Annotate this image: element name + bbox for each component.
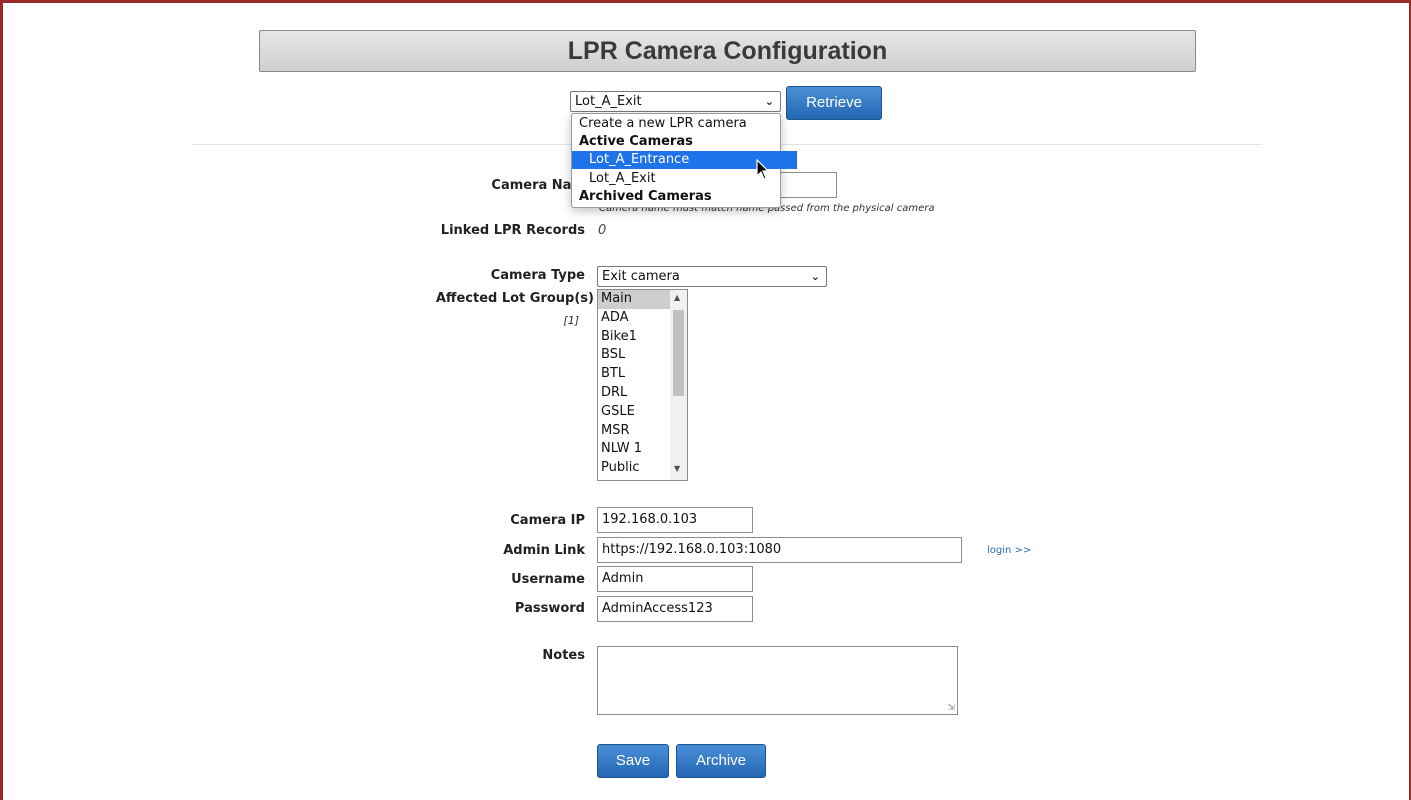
- camera-type-label: Camera Type: [490, 268, 585, 283]
- notes-label: Notes: [542, 648, 585, 663]
- camera-dropdown[interactable]: Create a new LPR camera Active Cameras L…: [571, 113, 797, 208]
- password-input[interactable]: AdminAccess123: [597, 596, 753, 622]
- lot-groups-listbox[interactable]: Main ADA Bike1 BSL BTL DRL GSLE MSR NLW …: [597, 289, 688, 481]
- lot-groups-label: Affected Lot Group(s): [435, 291, 594, 306]
- mouse-pointer-icon: [756, 159, 770, 180]
- archive-button[interactable]: Archive: [676, 744, 766, 778]
- username-input[interactable]: Admin: [597, 566, 753, 592]
- camera-type-value: Exit camera: [602, 269, 680, 284]
- username-label: Username: [511, 572, 585, 587]
- notes-textarea[interactable]: ⇲: [597, 646, 958, 715]
- archived-cameras-group: Archived Cameras: [579, 189, 712, 204]
- lot-groups-count: [1]: [563, 314, 579, 327]
- chevron-down-icon: ⌄: [810, 270, 820, 283]
- scroll-up-icon[interactable]: ▲: [674, 293, 680, 302]
- resize-grip-icon[interactable]: ⇲: [947, 703, 955, 713]
- save-button[interactable]: Save: [597, 744, 669, 778]
- linked-records-value: 0: [598, 223, 607, 238]
- chevron-down-icon: ⌄: [764, 95, 774, 108]
- password-label: Password: [514, 601, 585, 616]
- camera-type-select[interactable]: Exit camera ⌄: [597, 266, 827, 287]
- camera-ip-label: Camera IP: [510, 513, 585, 528]
- camera-select-value: Lot_A_Exit: [575, 94, 642, 109]
- scrollbar-thumb[interactable]: [673, 310, 684, 396]
- page-title: LPR Camera Configuration: [259, 30, 1196, 72]
- active-cameras-group: Active Cameras: [579, 134, 693, 149]
- create-camera-option[interactable]: Create a new LPR camera: [572, 115, 780, 133]
- linked-records-label: Linked LPR Records: [440, 223, 585, 238]
- camera-ip-input[interactable]: 192.168.0.103: [597, 507, 753, 533]
- admin-link-label: Admin Link: [503, 543, 585, 558]
- retrieve-button[interactable]: Retrieve: [786, 86, 882, 120]
- camera-select[interactable]: Lot_A_Exit ⌄: [570, 91, 781, 112]
- listbox-scrollbar[interactable]: ▲ ▼: [670, 290, 687, 480]
- scroll-down-icon[interactable]: ▼: [674, 464, 680, 473]
- login-link[interactable]: login >>: [987, 545, 1031, 556]
- admin-link-input[interactable]: https://192.168.0.103:1080: [597, 537, 962, 563]
